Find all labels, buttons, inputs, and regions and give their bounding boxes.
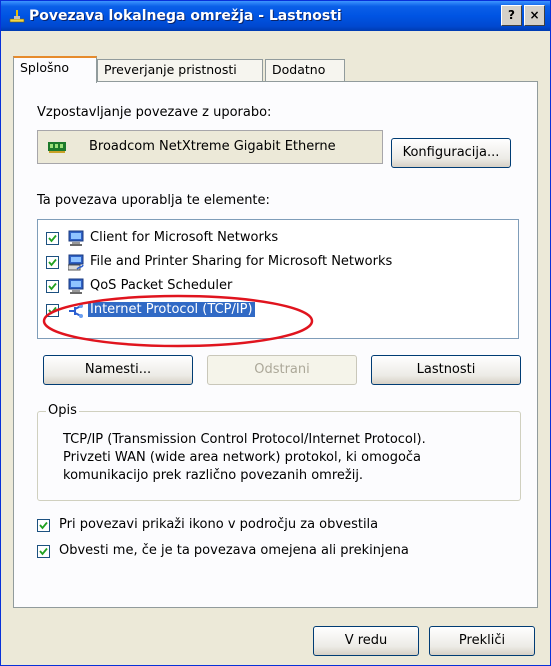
properties-dialog: Povezava lokalnega omrežja - Lastnosti ?… [0,0,551,666]
item-label: Internet Protocol (TCP/IP) [88,302,255,317]
checkmark-icon [48,282,57,291]
properties-button[interactable]: Lastnosti [371,355,521,385]
adapter-field: Broadcom NetXtreme Gigabit Etherne [37,130,383,164]
item-label: File and Printer Sharing for Microsoft N… [90,254,393,269]
checkmark-icon [39,547,48,556]
description-line: TCP/IP (Transmission Control Protocol/In… [63,432,426,447]
description-line: komunikacijo prek različno povezanih omr… [63,468,364,483]
show-icon-label: Pri povezavi prikaži ikono v področju za… [59,517,379,532]
network-client-icon [68,230,84,246]
tab-strip: Splošno Preverjanje pristnosti Dodatno [13,56,543,83]
list-item[interactable]: Client for Microsoft Networks [46,228,506,250]
list-item[interactable]: File and Printer Sharing for Microsoft N… [46,252,506,274]
packet-scheduler-icon [68,278,84,294]
item-checkbox[interactable] [46,304,59,317]
help-button[interactable]: ? [501,5,522,26]
item-checkbox[interactable] [46,232,59,245]
item-checkbox[interactable] [46,280,59,293]
checkmark-icon [48,258,57,267]
show-icon-checkbox[interactable] [37,519,50,532]
checkmark-icon [48,306,57,315]
network-connection-icon [9,10,25,23]
uninstall-button: Odstrani [207,355,357,385]
tab-advanced[interactable]: Dodatno [265,59,345,81]
network-adapter-icon [48,142,66,153]
tab-general[interactable]: Splošno [13,56,97,83]
list-item[interactable]: Internet Protocol (TCP/IP) [46,300,506,322]
close-button[interactable]: × [524,5,545,26]
checkmark-icon [48,234,57,243]
printer-share-icon [68,254,84,271]
ok-button[interactable]: V redu [313,626,419,656]
tab-authentication[interactable]: Preverjanje pristnosti [97,59,263,81]
description-line: Privzeti WAN (wide area network) protoko… [63,450,422,465]
list-item[interactable]: QoS Packet Scheduler [46,276,506,298]
checkmark-icon [39,521,48,530]
description-text: TCP/IP (Transmission Control Protocol/In… [63,431,508,485]
cancel-button[interactable]: Prekliči [429,626,535,656]
adapter-name: Broadcom NetXtreme Gigabit Etherne [89,139,336,154]
description-legend: Opis [46,403,79,418]
configure-button[interactable]: Konfiguracija... [391,138,511,168]
item-label: QoS Packet Scheduler [90,278,233,293]
item-checkbox[interactable] [46,256,59,269]
install-button[interactable]: Namesti... [43,355,193,385]
window-title: Povezava lokalnega omrežja - Lastnosti [29,8,342,24]
title-bar[interactable]: Povezava lokalnega omrežja - Lastnosti ?… [1,1,550,31]
item-label: Client for Microsoft Networks [90,230,279,245]
connect-using-label: Vzpostavljanje povezave z uporabo: [37,105,272,120]
components-list[interactable]: Client for Microsoft Networks File and P… [37,219,519,339]
components-label: Ta povezava uporablja te elemente: [37,193,270,208]
notify-label: Obvesti me, če je ta povezava omejena al… [59,543,409,558]
notify-checkbox[interactable] [37,545,50,558]
protocol-icon [69,304,83,318]
